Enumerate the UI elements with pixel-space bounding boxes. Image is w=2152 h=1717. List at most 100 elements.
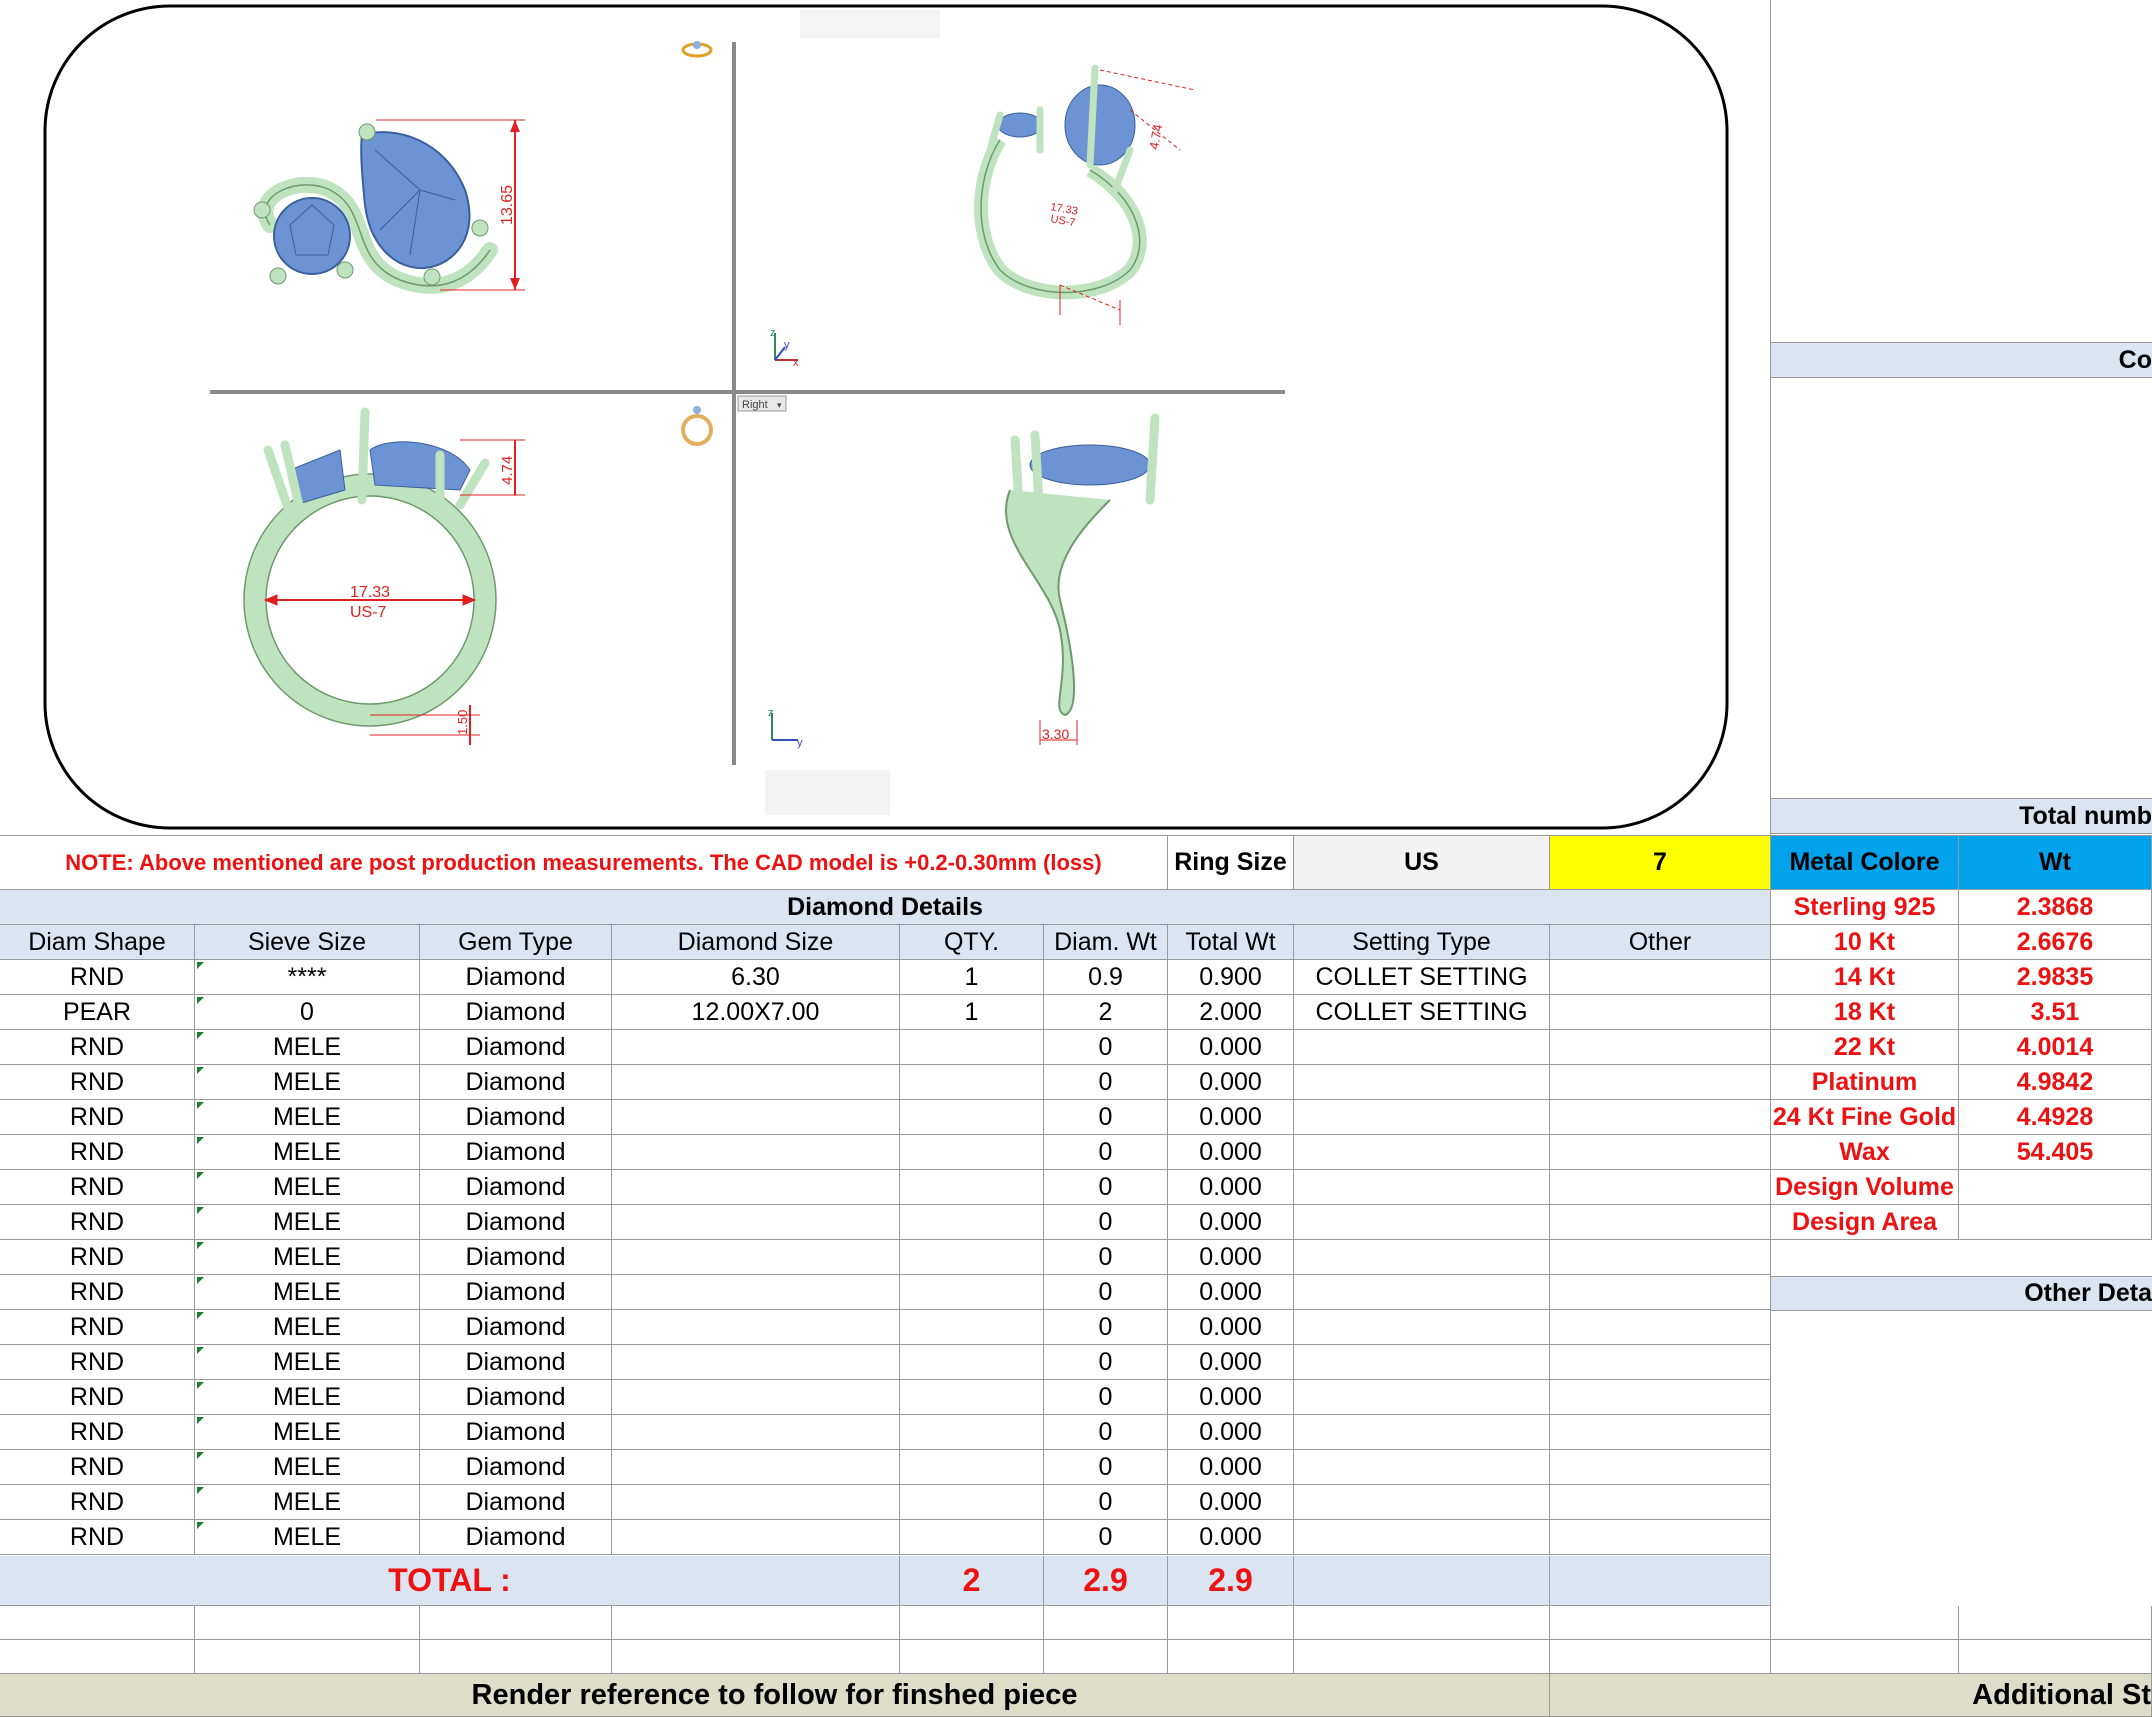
cell-diamond-size[interactable] [612, 1135, 900, 1170]
cell-qty[interactable] [900, 1100, 1044, 1135]
cell-gem-type[interactable]: Diamond [420, 1240, 612, 1275]
cell-other[interactable] [1550, 1275, 1771, 1310]
cell-other[interactable] [1550, 995, 1771, 1030]
cell-diam-wt[interactable]: 2 [1044, 995, 1168, 1030]
cell-gem-type[interactable]: Diamond [420, 1520, 612, 1555]
cell-setting-type[interactable] [1294, 1520, 1550, 1555]
cell-qty[interactable] [900, 1450, 1044, 1485]
cell-setting-type[interactable] [1294, 1485, 1550, 1520]
cell-total-wt[interactable]: 0.000 [1168, 1380, 1294, 1415]
empty-cell[interactable] [1044, 1640, 1168, 1674]
cell-gem-type[interactable]: Diamond [420, 1275, 612, 1310]
cell-diam-shape[interactable]: RND [0, 1170, 195, 1205]
cell-total-wt[interactable]: 0.000 [1168, 1205, 1294, 1240]
cell-qty[interactable] [900, 1170, 1044, 1205]
cell-sieve-size[interactable]: MELE [195, 1485, 420, 1520]
empty-cell[interactable] [900, 1640, 1044, 1674]
cell-setting-type[interactable] [1294, 1310, 1550, 1345]
empty-cell[interactable] [1771, 1606, 1959, 1640]
cell-diam-wt[interactable]: 0 [1044, 1520, 1168, 1555]
cell-qty[interactable] [900, 1205, 1044, 1240]
cell-sieve-size[interactable]: 0 [195, 995, 420, 1030]
empty-cell[interactable] [1294, 1606, 1550, 1640]
empty-cell[interactable] [1550, 1606, 1771, 1640]
cell-diamond-size[interactable]: 12.00X7.00 [612, 995, 900, 1030]
cell-other[interactable] [1550, 1240, 1771, 1275]
cell-gem-type[interactable]: Diamond [420, 1205, 612, 1240]
cell-qty[interactable]: 1 [900, 960, 1044, 995]
cell-qty[interactable] [900, 1485, 1044, 1520]
cell-diam-shape[interactable]: RND [0, 1030, 195, 1065]
cell-diam-wt[interactable]: 0 [1044, 1345, 1168, 1380]
cell-total-wt[interactable]: 2.000 [1168, 995, 1294, 1030]
cell-sieve-size[interactable]: MELE [195, 1240, 420, 1275]
empty-cell[interactable] [900, 1606, 1044, 1640]
cell-total-wt[interactable]: 0.000 [1168, 1170, 1294, 1205]
cell-diamond-size[interactable] [612, 1520, 900, 1555]
cell-diam-shape[interactable]: RND [0, 1310, 195, 1345]
cell-diam-wt[interactable]: 0.9 [1044, 960, 1168, 995]
cell-diam-shape[interactable]: RND [0, 1380, 195, 1415]
cell-diam-shape[interactable]: PEAR [0, 995, 195, 1030]
empty-cell[interactable] [1959, 1606, 2152, 1640]
cell-other[interactable] [1550, 1310, 1771, 1345]
cell-gem-type[interactable]: Diamond [420, 1030, 612, 1065]
empty-cell[interactable] [612, 1640, 900, 1674]
cell-setting-type[interactable] [1294, 1275, 1550, 1310]
empty-cell[interactable] [1168, 1606, 1294, 1640]
cell-other[interactable] [1550, 1205, 1771, 1240]
cell-total-wt[interactable]: 0.000 [1168, 1485, 1294, 1520]
cell-diamond-size[interactable] [612, 1240, 900, 1275]
cell-diam-wt[interactable]: 0 [1044, 1310, 1168, 1345]
cell-other[interactable] [1550, 1170, 1771, 1205]
empty-cell[interactable] [1044, 1606, 1168, 1640]
cell-diamond-size[interactable] [612, 1415, 900, 1450]
cell-sieve-size[interactable]: MELE [195, 1135, 420, 1170]
cell-sieve-size[interactable]: MELE [195, 1520, 420, 1555]
cell-diam-shape[interactable]: RND [0, 1485, 195, 1520]
cell-setting-type[interactable] [1294, 1030, 1550, 1065]
cell-setting-type[interactable] [1294, 1065, 1550, 1100]
cell-other[interactable] [1550, 1345, 1771, 1380]
empty-cell[interactable] [0, 1640, 195, 1674]
cell-diamond-size[interactable] [612, 1205, 900, 1240]
cell-total-wt[interactable]: 0.900 [1168, 960, 1294, 995]
cell-total-wt[interactable]: 0.000 [1168, 1065, 1294, 1100]
cell-diam-wt[interactable]: 0 [1044, 1065, 1168, 1100]
cell-other[interactable] [1550, 1520, 1771, 1555]
cell-setting-type[interactable] [1294, 1380, 1550, 1415]
cell-gem-type[interactable]: Diamond [420, 995, 612, 1030]
cell-total-wt[interactable]: 0.000 [1168, 1030, 1294, 1065]
cell-qty[interactable] [900, 1345, 1044, 1380]
cell-diamond-size[interactable]: 6.30 [612, 960, 900, 995]
cell-qty[interactable] [900, 1415, 1044, 1450]
cell-diam-shape[interactable]: RND [0, 1240, 195, 1275]
cell-diam-wt[interactable]: 0 [1044, 1485, 1168, 1520]
cell-diamond-size[interactable] [612, 1345, 900, 1380]
cell-diamond-size[interactable] [612, 1310, 900, 1345]
cell-gem-type[interactable]: Diamond [420, 1345, 612, 1380]
cell-gem-type[interactable]: Diamond [420, 1170, 612, 1205]
empty-cell[interactable] [1294, 1640, 1550, 1674]
cell-setting-type[interactable]: COLLET SETTING [1294, 960, 1550, 995]
cell-sieve-size[interactable]: MELE [195, 1065, 420, 1100]
cell-sieve-size[interactable]: **** [195, 960, 420, 995]
empty-cell[interactable] [612, 1606, 900, 1640]
cell-diam-wt[interactable]: 0 [1044, 1275, 1168, 1310]
cell-gem-type[interactable]: Diamond [420, 1310, 612, 1345]
cell-sieve-size[interactable]: MELE [195, 1345, 420, 1380]
cell-diamond-size[interactable] [612, 1450, 900, 1485]
cell-diam-wt[interactable]: 0 [1044, 1240, 1168, 1275]
cell-diam-wt[interactable]: 0 [1044, 1450, 1168, 1485]
cell-diamond-size[interactable] [612, 1275, 900, 1310]
cell-gem-type[interactable]: Diamond [420, 1065, 612, 1100]
cell-setting-type[interactable] [1294, 1240, 1550, 1275]
cell-diam-shape[interactable]: RND [0, 1450, 195, 1485]
cell-diam-shape[interactable]: RND [0, 1205, 195, 1240]
cell-total-wt[interactable]: 0.000 [1168, 1100, 1294, 1135]
cell-setting-type[interactable]: COLLET SETTING [1294, 995, 1550, 1030]
empty-cell[interactable] [0, 1606, 195, 1640]
cell-total-wt[interactable]: 0.000 [1168, 1310, 1294, 1345]
cell-total-wt[interactable]: 0.000 [1168, 1415, 1294, 1450]
cell-gem-type[interactable]: Diamond [420, 1380, 612, 1415]
